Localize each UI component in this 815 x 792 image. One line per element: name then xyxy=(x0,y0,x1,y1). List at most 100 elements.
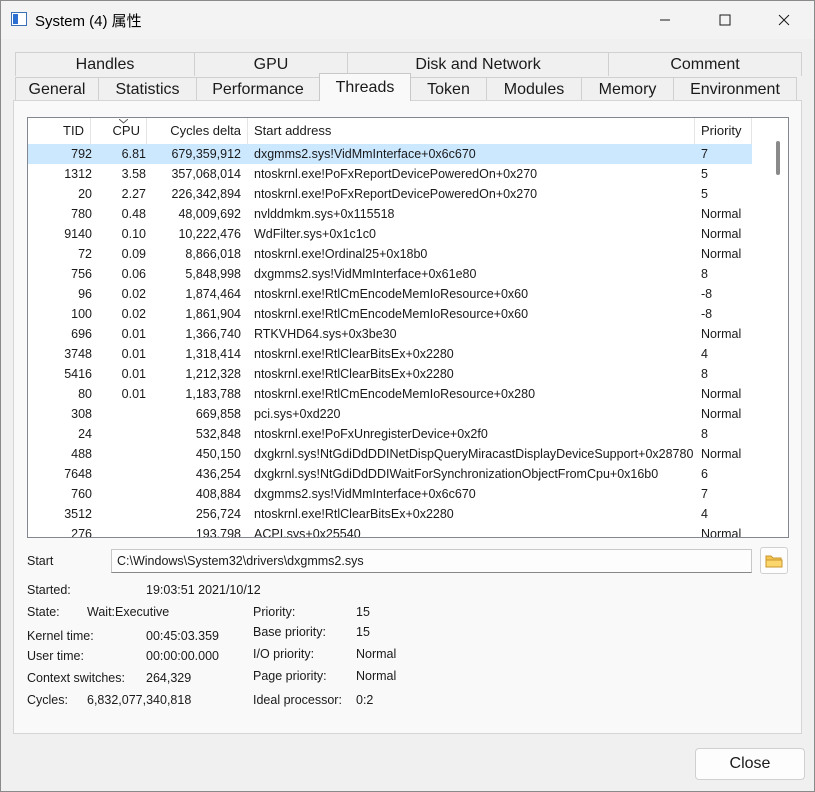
cell-priority: 6 xyxy=(701,467,708,481)
tab-statistics[interactable]: Statistics xyxy=(98,77,197,101)
context-switches-label: Context switches: xyxy=(27,671,125,685)
minimize-button[interactable] xyxy=(635,1,695,39)
cell-cycles-delta: 408,884 xyxy=(195,487,241,501)
close-icon xyxy=(778,14,790,26)
ideal-processor-label: Ideal processor: xyxy=(253,693,342,707)
column-label-tid: TID xyxy=(63,123,84,138)
table-row[interactable]: 488 450,150 dxgkrnl.sys!NtGdiDdDDINetDispQ… xyxy=(28,444,752,464)
threads-list[interactable]: TID CPU Cycles delta Start address Prior… xyxy=(27,117,789,538)
cell-cycles-delta: 669,858 xyxy=(195,407,241,421)
cell-cpu: 0.10 xyxy=(121,227,146,241)
state-label: State: xyxy=(27,605,60,619)
tab-performance[interactable]: Performance xyxy=(196,77,320,101)
cell-tid: 96 xyxy=(78,287,92,301)
column-header-tid[interactable]: TID xyxy=(28,118,91,144)
cell-start-address: dxgmms2.sys!VidMmInterface+0x6c670 xyxy=(254,487,476,501)
cell-tid: 760 xyxy=(71,487,92,501)
cell-cycles-delta: 1,183,788 xyxy=(185,387,241,401)
cell-cycles-delta: 450,150 xyxy=(195,447,241,461)
tab-memory[interactable]: Memory xyxy=(581,77,674,101)
column-header-cycles-delta[interactable]: Cycles delta xyxy=(147,118,248,144)
cell-tid: 9140 xyxy=(64,227,92,241)
column-header-start-address[interactable]: Start address xyxy=(248,118,695,144)
cell-start-address: ntoskrnl.exe!PoFxUnregisterDevice+0x2f0 xyxy=(254,427,488,441)
maximize-icon xyxy=(719,14,731,26)
cell-start-address: ntoskrnl.exe!PoFxReportDevicePoweredOn+0… xyxy=(254,187,538,201)
cell-start-address: dxgmms2.sys!VidMmInterface+0x61e80 xyxy=(254,267,477,281)
tabs-row-bottom: General Statistics Performance Threads T… xyxy=(15,73,797,101)
table-row[interactable]: 760 408,884 dxgmms2.sys!VidMmInterface+0x6… xyxy=(28,484,752,504)
cell-cpu: 2.27 xyxy=(121,187,146,201)
tab-comment[interactable]: Comment xyxy=(608,52,802,76)
cell-start-address: WdFilter.sys+0x1c1c0 xyxy=(254,227,376,241)
table-row[interactable]: 696 0.01 1,366,740 RTKVHD64.sys+0x3be30 Norm… xyxy=(28,324,752,344)
cell-priority: Normal xyxy=(701,227,742,241)
table-row[interactable]: 756 0.06 5,848,998 dxgmms2.sys!VidMmInterfa… xyxy=(28,264,752,284)
cell-cycles-delta: 1,861,904 xyxy=(185,307,241,321)
table-row[interactable]: 780 0.48 48,009,692 nvlddmkm.sys+0x115518 No… xyxy=(28,204,752,224)
start-address-field[interactable]: C:\Windows\System32\drivers\dxgmms2.sys xyxy=(111,549,752,573)
table-row[interactable]: 792 6.81 679,359,912 dxgmms2.sys!VidMmInter… xyxy=(28,144,752,164)
vertical-scrollbar-thumb[interactable] xyxy=(776,141,780,175)
column-label-cycles-delta: Cycles delta xyxy=(170,123,241,138)
table-row[interactable]: 308 669,858 pci.sys+0xd220 Normal xyxy=(28,404,752,424)
open-folder-button[interactable] xyxy=(760,547,788,574)
tab-threads[interactable]: Threads xyxy=(319,73,411,101)
tab-token[interactable]: Token xyxy=(410,77,487,101)
window-app-icon xyxy=(11,12,27,26)
table-row[interactable]: 100 0.02 1,861,904 ntoskrnl.exe!RtlCmEncode… xyxy=(28,304,752,324)
cell-cpu: 0.01 xyxy=(121,367,146,381)
cell-tid: 100 xyxy=(71,307,92,321)
cell-cycles-delta: 357,068,014 xyxy=(171,167,241,181)
ideal-processor-value: 0:2 xyxy=(356,693,374,707)
cell-priority: -8 xyxy=(701,307,713,321)
cell-cpu: 0.02 xyxy=(121,287,146,301)
cell-tid: 80 xyxy=(78,387,92,401)
context-switches-value: 264,329 xyxy=(146,671,192,685)
table-row[interactable]: 96 0.02 1,874,464 ntoskrnl.exe!RtlCmEncodeM… xyxy=(28,284,752,304)
cell-tid: 1312 xyxy=(64,167,92,181)
column-header-priority[interactable]: Priority xyxy=(695,118,752,144)
tab-handles[interactable]: Handles xyxy=(15,52,195,76)
cell-cpu: 0.01 xyxy=(121,347,146,361)
cell-cycles-delta: 1,318,414 xyxy=(185,347,241,361)
table-row[interactable]: 3512 256,724 ntoskrnl.exe!RtlClearBitsEx+0… xyxy=(28,504,752,524)
cell-tid: 72 xyxy=(78,247,92,261)
user-time-value: 00:00:00.000 xyxy=(146,649,219,663)
cell-priority: 8 xyxy=(701,427,708,441)
table-row[interactable]: 7648 436,254 dxgkrnl.sys!NtGdiDdDDIWaitFor… xyxy=(28,464,752,484)
page-priority-value: Normal xyxy=(356,669,397,683)
base-priority-label: Base priority: xyxy=(253,625,326,639)
title-bar[interactable]: System (4) 属性 xyxy=(1,1,814,39)
table-row[interactable]: 72 0.09 8,866,018 ntoskrnl.exe!Ordinal25+0x… xyxy=(28,244,752,264)
table-row[interactable]: 20 2.27 226,342,894 ntoskrnl.exe!PoFxReport… xyxy=(28,184,752,204)
priority-value: 15 xyxy=(356,605,370,619)
cell-cpu: 0.06 xyxy=(121,267,146,281)
cell-cycles-delta: 436,254 xyxy=(195,467,241,481)
tab-modules[interactable]: Modules xyxy=(486,77,582,101)
cell-tid: 780 xyxy=(71,207,92,221)
table-row[interactable]: 5416 0.01 1,212,328 ntoskrnl.exe!RtlClearBi… xyxy=(28,364,752,384)
close-button[interactable]: Close xyxy=(695,748,805,780)
cell-cycles-delta: 1,212,328 xyxy=(185,367,241,381)
table-row[interactable]: 1312 3.58 357,068,014 ntoskrnl.exe!PoFxRepo… xyxy=(28,164,752,184)
maximize-button[interactable] xyxy=(695,1,755,39)
started-label: Started: xyxy=(27,583,71,597)
cell-tid: 20 xyxy=(78,187,92,201)
cell-priority: Normal xyxy=(701,527,742,538)
column-header-cpu[interactable]: CPU xyxy=(91,118,147,144)
user-time-label: User time: xyxy=(27,649,84,663)
cell-priority: 8 xyxy=(701,267,708,281)
column-label-cpu: CPU xyxy=(112,123,140,138)
cell-start-address: pci.sys+0xd220 xyxy=(254,407,341,421)
cell-priority: Normal xyxy=(701,387,742,401)
tab-environment[interactable]: Environment xyxy=(673,77,797,101)
table-row[interactable]: 3748 0.01 1,318,414 ntoskrnl.exe!RtlClearBi… xyxy=(28,344,752,364)
cell-priority: 5 xyxy=(701,167,708,181)
table-row[interactable]: 24 532,848 ntoskrnl.exe!PoFxUnregisterDevi… xyxy=(28,424,752,444)
close-window-button[interactable] xyxy=(754,1,814,39)
tab-general[interactable]: General xyxy=(15,77,99,101)
table-row[interactable]: 80 0.01 1,183,788 ntoskrnl.exe!RtlCmEncodeM… xyxy=(28,384,752,404)
table-row[interactable]: 276 193,798 ACPI.sys+0x25540 Normal xyxy=(28,524,752,538)
table-row[interactable]: 9140 0.10 10,222,476 WdFilter.sys+0x1c1c0 No… xyxy=(28,224,752,244)
